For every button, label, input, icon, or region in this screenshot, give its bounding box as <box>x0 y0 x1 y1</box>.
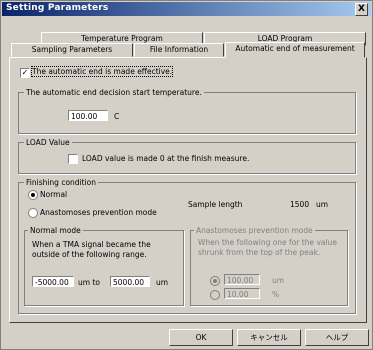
normal-to-label: um to <box>78 278 100 287</box>
start-temp-group-title: The automatic end decision start tempera… <box>24 88 204 97</box>
start-temp-unit: C <box>114 112 120 121</box>
normal-min-input[interactable]: -5000.00 <box>32 276 74 287</box>
auto-end-checkbox[interactable]: ✓ <box>20 68 30 78</box>
tab-panel: ✓ The automatic end is made effective. T… <box>9 57 367 323</box>
normal-radio-label: Normal <box>40 190 68 199</box>
sample-length-label: Sample length <box>188 200 243 209</box>
normal-radio[interactable] <box>28 190 38 200</box>
anastomoses-um-input[interactable]: 100.00 <box>224 274 260 285</box>
tab-label: Sampling Parameters <box>31 45 113 54</box>
settings-dialog: Setting Parameters X Temperature Program… <box>0 0 373 350</box>
finishing-group-title: Finishing condition <box>24 178 99 187</box>
ok-button[interactable]: OK <box>169 329 233 346</box>
sample-length-value: 1500 <box>290 200 310 209</box>
tab-automatic-end[interactable]: Automatic end of measurement <box>225 42 365 58</box>
cancel-button[interactable]: キャンセル <box>237 329 301 346</box>
help-button[interactable]: ヘルプ <box>305 329 369 346</box>
start-temp-input[interactable]: 100.00 <box>68 110 108 121</box>
auto-end-label: The automatic end is made effective. <box>30 66 174 77</box>
window-title: Setting Parameters <box>6 3 109 13</box>
sample-length-unit: um <box>316 200 329 209</box>
tab-label: Automatic end of measurement <box>235 44 355 53</box>
tab-sampling-parameters[interactable]: Sampling Parameters <box>11 43 133 57</box>
close-icon[interactable]: X <box>355 3 368 16</box>
title-bar[interactable]: Setting Parameters X <box>2 2 371 16</box>
anastomoses-description: When the following one for the value shr… <box>198 238 337 257</box>
anastomoses-um-radio[interactable] <box>210 276 220 286</box>
normal-mode-description: When a TMA signal became the outside of … <box>32 240 151 259</box>
anastomoses-pct-radio[interactable] <box>210 290 220 300</box>
normal-max-input[interactable]: 5000.00 <box>110 276 150 287</box>
anastomoses-radio[interactable] <box>28 208 38 218</box>
tab-label: Temperature Program <box>81 34 163 43</box>
normal-max-unit: um <box>156 278 169 287</box>
normal-mode-group-title: Normal mode <box>28 226 83 235</box>
anastomoses-um-unit: um <box>272 276 285 285</box>
load-value-label: LOAD value is made 0 at the finish measu… <box>82 154 250 163</box>
anastomoses-mode-group-title: Anastomoses prevention mode <box>194 226 315 235</box>
anastomoses-pct-unit: % <box>272 290 280 299</box>
tab-file-information[interactable]: File Information <box>134 43 224 57</box>
load-value-group-title: LOAD Value <box>24 138 72 147</box>
tab-label: File Information <box>149 45 209 54</box>
anastomoses-radio-label: Anastomoses prevention mode <box>40 208 157 217</box>
anastomoses-pct-input[interactable]: 10.00 <box>224 288 260 299</box>
load-value-checkbox[interactable] <box>68 154 78 164</box>
